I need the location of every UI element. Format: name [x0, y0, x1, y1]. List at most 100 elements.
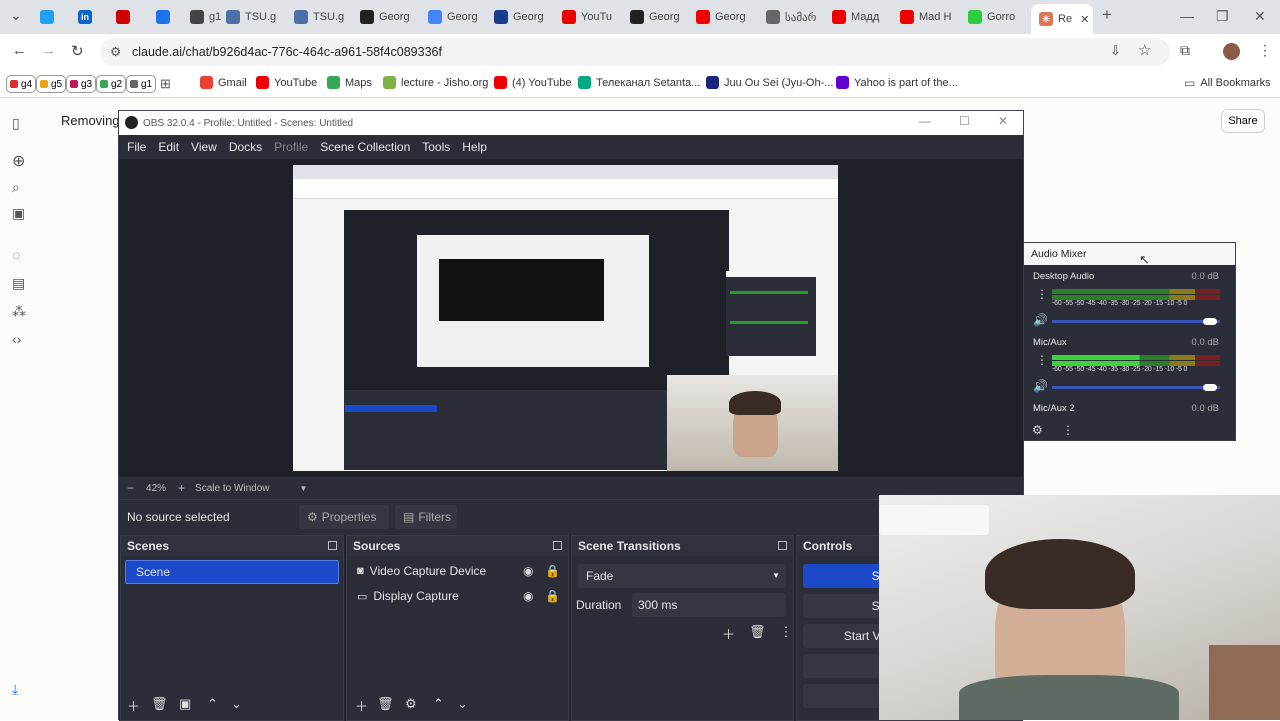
- obs-menu-item[interactable]: Profile: [274, 140, 308, 154]
- remove-transition-icon[interactable]: 🗑: [749, 624, 766, 643]
- bookmark-chip[interactable]: g5: [36, 75, 67, 93]
- remove-scene-icon[interactable]: 🗑: [151, 696, 168, 712]
- filters-button[interactable]: ▤ Filters: [395, 505, 457, 529]
- bookmark-item[interactable]: (4) YouTube: [494, 76, 572, 89]
- menu-icon[interactable]: ⋮: [1258, 42, 1272, 59]
- reload-icon[interactable]: ↻: [71, 42, 84, 60]
- add-transition-icon[interactable]: ＋: [722, 624, 735, 643]
- extensions-icon[interactable]: ⧉: [1180, 42, 1190, 59]
- obs-menu-item[interactable]: Tools: [422, 140, 450, 154]
- bookmark-item[interactable]: Gmail: [200, 76, 247, 89]
- obs-menu-item[interactable]: Help: [462, 140, 487, 154]
- forward-icon[interactable]: →: [41, 42, 56, 59]
- sidebar-toggle-icon[interactable]: ▯: [12, 115, 20, 132]
- obs-maximize-button[interactable]: ☐: [959, 114, 970, 128]
- install-icon[interactable]: ⇩: [1110, 43, 1121, 59]
- browser-tab[interactable]: Mad H: [900, 6, 962, 28]
- bookmark-chip[interactable]: g3: [66, 75, 97, 93]
- search-icon[interactable]: ⌕: [12, 179, 20, 196]
- channel-menu-icon[interactable]: ⋮: [1036, 287, 1048, 301]
- new-tab-button[interactable]: +: [1102, 5, 1112, 25]
- duration-field[interactable]: 300 ms: [632, 593, 786, 617]
- obs-menu-item[interactable]: View: [191, 140, 217, 154]
- scale-mode[interactable]: Scale to Window: [195, 483, 269, 494]
- tab-search-icon[interactable]: ⌄: [10, 7, 22, 24]
- artifacts-icon[interactable]: ⁂: [12, 303, 26, 320]
- zoom-in-button[interactable]: +: [178, 481, 185, 495]
- browser-tab[interactable]: Gorro: [968, 6, 1030, 28]
- visibility-eye-icon[interactable]: ◉: [523, 564, 533, 578]
- source-item[interactable]: ▭ Display Capture ◉ 🔒: [347, 584, 568, 608]
- browser-tab[interactable]: Georg: [630, 6, 692, 28]
- undock-icon[interactable]: [553, 541, 562, 550]
- zoom-out-button[interactable]: −: [127, 481, 134, 495]
- obs-menu-item[interactable]: Docks: [229, 140, 262, 154]
- speaker-icon[interactable]: 🔊: [1033, 313, 1048, 327]
- apps-icon[interactable]: ⊞: [160, 76, 171, 92]
- browser-tab[interactable]: Georg: [494, 6, 556, 28]
- download-icon[interactable]: ⤓: [12, 681, 18, 698]
- scene-filters-icon[interactable]: ▣: [179, 696, 191, 712]
- move-down-icon[interactable]: ⌄: [231, 696, 242, 712]
- bookmark-item[interactable]: Телеканал Setanta...: [578, 76, 700, 89]
- mixer-menu-icon[interactable]: ⋮: [1062, 423, 1074, 437]
- browser-tab[interactable]: Georg: [360, 6, 422, 28]
- bookmark-item[interactable]: lecture - Jisho.org: [383, 76, 488, 89]
- bookmark-star-icon[interactable]: ☆: [1138, 41, 1151, 59]
- all-bookmarks[interactable]: ▭ All Bookmarks: [1184, 76, 1271, 90]
- obs-menu-item[interactable]: Edit: [158, 140, 179, 154]
- transition-select[interactable]: Fade ▼: [578, 564, 786, 588]
- close-tab-icon[interactable]: ✕: [1080, 13, 1089, 26]
- chat-icon[interactable]: ◌: [12, 247, 20, 263]
- avatar[interactable]: [1223, 43, 1240, 60]
- share-button[interactable]: Share: [1221, 109, 1265, 133]
- bookmark-item[interactable]: Maps: [327, 76, 372, 89]
- bookmark-item[interactable]: YouTube: [256, 76, 317, 89]
- obs-menu-item[interactable]: Scene Collection: [320, 140, 410, 154]
- address-bar[interactable]: ⚙ claude.ai/chat/b926d4ac-776c-464c-a961…: [100, 38, 1170, 66]
- briefcase-icon[interactable]: ▣: [12, 205, 25, 222]
- close-window-button[interactable]: ✕: [1254, 8, 1266, 25]
- obs-minimize-button[interactable]: —: [919, 114, 931, 128]
- undock-icon[interactable]: [328, 541, 337, 550]
- bookmark-chip[interactable]: g4: [6, 75, 37, 93]
- source-properties-icon[interactable]: ⚙: [405, 696, 417, 712]
- bookmark-chip[interactable]: g2: [96, 75, 127, 93]
- source-item[interactable]: ◙ Video Capture Device ◉ 🔒: [347, 559, 568, 583]
- audio-mixer-title[interactable]: Audio Mixer: [1024, 243, 1235, 265]
- bookmark-item[interactable]: Yahoo is part of the...: [836, 76, 958, 89]
- lock-icon[interactable]: 🔒: [545, 564, 560, 578]
- move-down-icon[interactable]: ⌄: [457, 696, 468, 712]
- minimize-button[interactable]: —: [1180, 8, 1194, 24]
- move-up-icon[interactable]: ⌃: [207, 696, 218, 712]
- visibility-eye-icon[interactable]: ◉: [523, 589, 533, 603]
- lock-icon[interactable]: 🔒: [545, 589, 560, 603]
- browser-tab[interactable]: Georg: [428, 6, 490, 28]
- move-up-icon[interactable]: ⌃: [433, 696, 444, 712]
- browser-tab[interactable]: Мадд: [832, 6, 894, 28]
- properties-button[interactable]: ⚙ Properties: [299, 505, 389, 529]
- bookmark-item[interactable]: Juu Ou Sei (Jyu-Oh-...: [706, 76, 833, 89]
- obs-close-button[interactable]: ✕: [998, 114, 1008, 128]
- speaker-icon[interactable]: 🔊: [1033, 379, 1048, 393]
- code-icon[interactable]: ‹›: [12, 331, 21, 347]
- fader-handle[interactable]: [1203, 318, 1217, 325]
- tab-active[interactable]: ✳ Re ✕: [1031, 4, 1093, 34]
- add-source-icon[interactable]: ＋: [355, 696, 368, 715]
- preview-area[interactable]: [119, 159, 1023, 479]
- obs-menu-item[interactable]: File: [127, 140, 146, 154]
- maximize-button[interactable]: ❐: [1216, 8, 1229, 25]
- new-chat-icon[interactable]: ⊕: [12, 151, 25, 171]
- site-info-icon[interactable]: ⚙: [110, 38, 121, 66]
- projects-icon[interactable]: ▤: [12, 275, 25, 292]
- undock-icon[interactable]: [778, 541, 787, 550]
- chat-title[interactable]: Removing: [61, 113, 120, 128]
- more-icon[interactable]: ⋮: [780, 624, 793, 643]
- mixer-settings-icon[interactable]: ⚙: [1032, 423, 1043, 437]
- add-scene-icon[interactable]: ＋: [127, 696, 140, 715]
- volume-fader[interactable]: [1052, 386, 1220, 389]
- bookmark-chip[interactable]: g1: [126, 75, 157, 93]
- fader-handle[interactable]: [1203, 384, 1217, 391]
- browser-tab[interactable]: YouTu: [562, 6, 624, 28]
- volume-fader[interactable]: [1052, 320, 1220, 323]
